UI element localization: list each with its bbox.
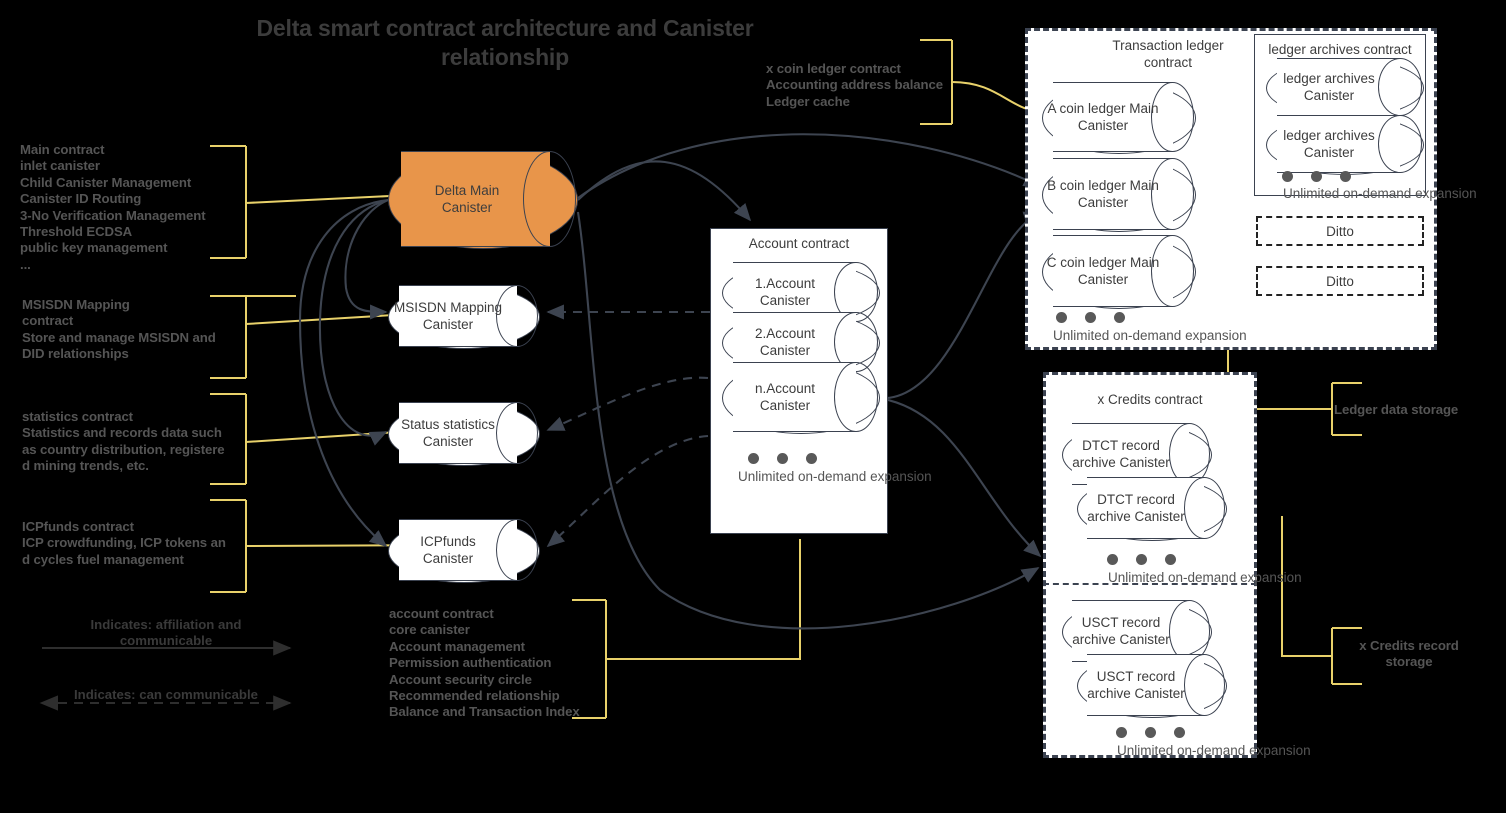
dot bbox=[1116, 727, 1127, 738]
dot bbox=[806, 453, 817, 464]
affiliation-arrows bbox=[298, 198, 389, 548]
canister-label: Status statistics Canister bbox=[401, 417, 495, 449]
arrow-delta-to-account bbox=[577, 160, 752, 222]
annotation-x-coin-ledger: x coin ledger contract Accounting addres… bbox=[766, 61, 943, 109]
dot bbox=[1107, 554, 1118, 565]
canister-label: DTCT record archive Canister bbox=[1072, 438, 1170, 470]
canister-label: USCT record archive Canister bbox=[1087, 669, 1185, 701]
usct-expansion-caption: Unlimited on-demand expansion bbox=[1117, 743, 1311, 758]
communicable-arrows bbox=[546, 304, 710, 548]
annotation-x-credits-record-storage: x Credits record storage bbox=[1359, 638, 1459, 670]
dot bbox=[1145, 727, 1156, 738]
canister-ledger-archives-1[interactable]: ledger archives Canister bbox=[1266, 58, 1424, 118]
x-credits-title: x Credits contract bbox=[1097, 392, 1203, 407]
dot bbox=[1136, 554, 1147, 565]
dot bbox=[748, 453, 759, 464]
canister-dtct-record-archive-1[interactable]: DTCT record archive Canister bbox=[1062, 423, 1212, 487]
ditto-box-2: Ditto bbox=[1256, 266, 1424, 296]
canister-c-coin-ledger-main[interactable]: C coin ledger Main Canister bbox=[1042, 235, 1196, 309]
canister-ledger-archives-2[interactable]: ledger archives Canister bbox=[1266, 115, 1424, 175]
canister-label: Delta Main Canister bbox=[434, 183, 500, 215]
canister-label: B coin ledger Main Canister bbox=[1047, 178, 1159, 210]
account-expansion-dots bbox=[748, 453, 817, 464]
canister-label: DTCT record archive Canister bbox=[1087, 492, 1185, 524]
canister-msisdn-mapping[interactable]: MSISDN Mapping Canister bbox=[388, 285, 540, 349]
ditto-box-1: Ditto bbox=[1256, 216, 1424, 246]
canister-icpfunds[interactable]: ICPfunds Canister bbox=[388, 519, 540, 583]
legend-dashed-label: Indicates: can communicable bbox=[74, 687, 258, 702]
ledger-archives-expansion-dots bbox=[1282, 171, 1351, 182]
annotation-account-contract-detail: account contract core canister Account m… bbox=[389, 606, 580, 720]
canister-delta-main[interactable]: Delta Main Canister bbox=[388, 151, 578, 249]
arrow-delta-to-transaction-ledger bbox=[577, 133, 1042, 199]
usct-expansion-dots bbox=[1116, 727, 1185, 738]
dot bbox=[1056, 312, 1067, 323]
dot bbox=[1114, 312, 1125, 323]
transaction-ledger-expansion-dots bbox=[1056, 312, 1125, 323]
canister-label: n.Account Canister bbox=[754, 381, 816, 413]
canister-label: ledger archives Canister bbox=[1283, 71, 1375, 103]
annotation-msisdn: MSISDN Mapping contract Store and manage… bbox=[22, 297, 216, 362]
dot bbox=[1340, 171, 1351, 182]
dot bbox=[1165, 554, 1176, 565]
arrow-account-to-transaction-ledger bbox=[887, 211, 1042, 400]
page-title: Delta smart contract architecture and Ca… bbox=[256, 15, 754, 70]
canister-dtct-record-archive-2[interactable]: DTCT record archive Canister bbox=[1077, 477, 1227, 541]
dot bbox=[1085, 312, 1096, 323]
canister-label: ICPfunds Canister bbox=[420, 534, 476, 566]
dtct-expansion-dots bbox=[1107, 554, 1176, 565]
canister-usct-record-archive-2[interactable]: USCT record archive Canister bbox=[1077, 654, 1227, 718]
canister-label: ledger archives Canister bbox=[1283, 128, 1375, 160]
canister-status-statistics[interactable]: Status statistics Canister bbox=[388, 402, 540, 466]
dot bbox=[1282, 171, 1293, 182]
leader-bracket-main-contract bbox=[210, 145, 391, 259]
dtct-expansion-caption: Unlimited on-demand expansion bbox=[1108, 570, 1302, 585]
transaction-ledger-expansion-caption: Unlimited on-demand expansion bbox=[1053, 328, 1247, 343]
dot bbox=[1174, 727, 1185, 738]
canister-account-n[interactable]: n.Account Canister bbox=[722, 362, 880, 434]
account-expansion-caption: Unlimited on-demand expansion bbox=[738, 469, 932, 484]
canister-b-coin-ledger-main[interactable]: B coin ledger Main Canister bbox=[1042, 158, 1196, 232]
ledger-archives-title: ledger archives contract bbox=[1268, 42, 1412, 57]
ledger-archives-expansion-caption: Unlimited on-demand expansion bbox=[1283, 186, 1477, 201]
annotation-icpfunds: ICPfunds contract ICP crowdfunding, ICP … bbox=[22, 519, 226, 567]
canister-a-coin-ledger-main[interactable]: A coin ledger Main Canister bbox=[1042, 82, 1196, 154]
canister-label: MSISDN Mapping Canister bbox=[393, 300, 503, 332]
canister-usct-record-archive-1[interactable]: USCT record archive Canister bbox=[1062, 600, 1212, 664]
account-contract-title: Account contract bbox=[748, 236, 850, 251]
legend-solid-label: Indicates: affiliation and communicable bbox=[90, 617, 242, 649]
canister-label: A coin ledger Main Canister bbox=[1047, 101, 1159, 133]
diagram-canvas: Delta smart contract architecture and Ca… bbox=[0, 0, 1506, 813]
dot bbox=[1311, 171, 1322, 182]
annotation-ledger-data-storage: Ledger data storage bbox=[1334, 402, 1459, 417]
dot bbox=[777, 453, 788, 464]
canister-label: USCT record archive Canister bbox=[1072, 615, 1170, 647]
annotation-statistics: statistics contract Statistics and recor… bbox=[22, 409, 225, 474]
canister-label: C coin ledger Main Canister bbox=[1046, 255, 1160, 287]
annotation-main-contract: Main contract inlet canister Child Canis… bbox=[20, 142, 206, 272]
